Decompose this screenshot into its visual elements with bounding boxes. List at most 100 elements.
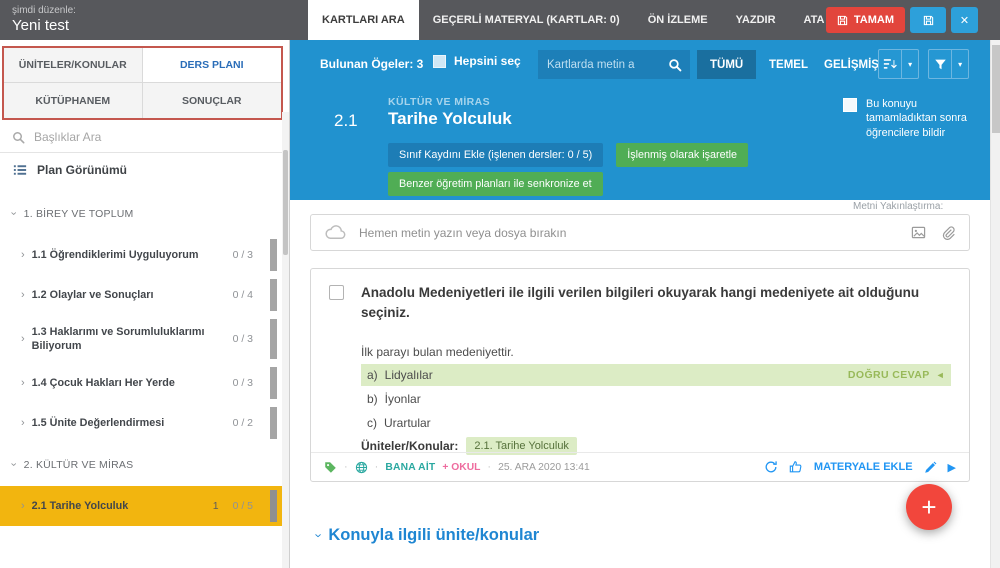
topic-count: 0 / 4 xyxy=(232,289,253,301)
select-all-checkbox[interactable] xyxy=(433,54,446,68)
tree-topic-label: 1.5 Ünite Değerlendirmesi xyxy=(31,416,165,429)
chevron-right-icon: › xyxy=(21,499,25,512)
chevron-right-icon: › xyxy=(21,248,25,261)
main-scrollbar xyxy=(990,40,1000,568)
tamam-label: TAMAM xyxy=(853,14,894,26)
mark-processed-button[interactable]: İşlenmiş olarak işaretle xyxy=(616,143,749,167)
tree-topic[interactable]: › 1.5 Ünite Değerlendirmesi 0 / 2 xyxy=(0,403,283,443)
close-icon: ✕ xyxy=(959,14,970,27)
notify-students-checkbox[interactable] xyxy=(843,98,857,112)
main-scrollbar-thumb[interactable] xyxy=(992,45,1000,133)
progress-bar xyxy=(270,367,277,399)
search-icon xyxy=(13,131,25,144)
filter-dropdown[interactable]: ▾ xyxy=(928,49,969,79)
document-title: Yeni test xyxy=(12,17,69,34)
globe-icon[interactable] xyxy=(355,461,368,474)
found-items-label: Bulunan Ögeler: 3 xyxy=(320,57,424,71)
add-card-fab[interactable]: + xyxy=(906,484,952,530)
sidebar-tab-kutuphanem[interactable]: KÜTÜPHANEM xyxy=(4,83,143,118)
tab-gecerli-materyal[interactable]: GEÇERLİ MATERYAL (KARTLAR: 0) xyxy=(419,0,634,40)
flashcard: Anadolu Medeniyetleri ile ilgili verilen… xyxy=(310,268,970,482)
tree-topic-label: 1.4 Çocuk Hakları Her Yerde xyxy=(31,376,175,389)
option-key: a) xyxy=(367,368,378,382)
tab-on-izleme[interactable]: ÖN İZLEME xyxy=(634,0,722,40)
school-label[interactable]: + OKUL xyxy=(442,462,480,473)
topbar: şimdi düzenle: Yeni test KARTLARI ARA GE… xyxy=(0,0,1000,40)
plan-view-label: Plan Görünümü xyxy=(37,162,127,177)
answer-option: c) Urartular xyxy=(361,412,951,434)
sidebar-search-input[interactable] xyxy=(34,130,271,144)
filter-tumu[interactable]: TÜMÜ xyxy=(697,50,757,79)
tree-unit-label: 1. BİREY VE TOPLUM xyxy=(23,207,134,220)
close-button[interactable]: ✕ xyxy=(951,7,978,33)
related-topics-heading[interactable]: › Konuyla ilgili ünite/konular xyxy=(312,526,540,545)
sidebar-tab-ders-plani[interactable]: DERS PLANI xyxy=(142,48,281,83)
tree-topic-selected[interactable]: › 2.1 Tarihe Yolculuk 1 0 / 5 xyxy=(0,486,283,526)
sidebar-scrollbar-thumb[interactable] xyxy=(283,150,288,255)
edit-pencil-icon[interactable] xyxy=(924,461,937,474)
image-icon[interactable] xyxy=(911,225,926,240)
notify-students-label: Bu konuyu tamamladıktan sonra öğrenciler… xyxy=(866,98,967,139)
funnel-icon xyxy=(929,50,951,78)
notify-students-control[interactable]: Bu konuyu tamamladıktan sonra öğrenciler… xyxy=(843,97,988,140)
save-button[interactable] xyxy=(910,7,946,33)
tree-topic[interactable]: › 1.3 Haklarımı ve Sorumluluklarımı Bili… xyxy=(0,315,283,363)
card-checkbox[interactable] xyxy=(329,285,344,300)
owner-label[interactable]: BANA AİT xyxy=(385,462,435,473)
tree-topic[interactable]: › 1.2 Olaylar ve Sonuçları 0 / 4 xyxy=(0,275,283,315)
dropzone-label: Hemen metin yazın veya dosya bırakın xyxy=(359,225,567,240)
option-key: b) xyxy=(367,392,378,406)
tree-topic-label: 1.1 Öğrendiklerimi Uyguluyorum xyxy=(31,248,199,261)
correct-arrow-icon: ◄ xyxy=(935,370,945,380)
question-text: Anadolu Medeniyetleri ile ilgili verilen… xyxy=(361,285,920,321)
paperclip-icon[interactable] xyxy=(941,225,955,240)
thumb-up-icon[interactable] xyxy=(789,460,803,474)
add-to-material-link[interactable]: MATERYALE EKLE xyxy=(814,461,913,473)
sort-icon xyxy=(879,50,901,78)
card-date: 25. ARA 2020 13:41 xyxy=(498,461,590,473)
sync-similar-plans-button[interactable]: Benzer öğretim planları ile senkronize e… xyxy=(388,172,603,196)
search-icon[interactable] xyxy=(660,50,690,79)
sidebar-tab-sonuclar[interactable]: SONUÇLAR xyxy=(142,83,281,118)
cloud-upload-icon xyxy=(325,225,346,240)
sidebar-scrollbar xyxy=(282,112,289,568)
select-all-control[interactable]: Hepsini seç xyxy=(433,54,521,68)
select-all-label: Hepsini seç xyxy=(454,54,521,68)
sort-dropdown[interactable]: ▾ xyxy=(878,49,919,79)
plan-view-item[interactable]: Plan Görünümü xyxy=(0,153,283,186)
app-screen: şimdi düzenle: Yeni test KARTLARI ARA GE… xyxy=(0,0,1000,568)
separator-dot: · xyxy=(374,461,379,473)
chevron-right-icon: › xyxy=(21,416,25,429)
content-dropzone[interactable]: Hemen metin yazın veya dosya bırakın xyxy=(310,214,970,251)
tab-yazdir[interactable]: YAZDIR xyxy=(722,0,790,40)
topic-count: 0 / 5 xyxy=(232,500,253,512)
top-tab-bar: KARTLARI ARA GEÇERLİ MATERYAL (KARTLAR: … xyxy=(308,0,839,40)
sidebar-tab-uniteler-konular[interactable]: ÜNİTELER/KONULAR xyxy=(4,48,143,83)
save-icon xyxy=(837,15,848,25)
flip-card-icon[interactable] xyxy=(764,460,778,474)
editing-label: şimdi düzenle: xyxy=(12,5,76,16)
related-heading-text: Konuyla ilgili ünite/konular xyxy=(328,526,540,544)
progress-bar xyxy=(270,319,277,359)
chevron-down-icon: › xyxy=(7,211,20,216)
topic-badge: 1 xyxy=(212,500,219,512)
chevron-down-icon: › xyxy=(311,533,327,538)
list-icon xyxy=(13,164,27,175)
tag-icon[interactable] xyxy=(324,461,337,474)
unit-breadcrumb: KÜLTÜR VE MİRAS xyxy=(388,96,491,108)
add-class-record-button[interactable]: Sınıf Kaydını Ekle (işlenen dersler: 0 /… xyxy=(388,143,604,167)
tree-unit[interactable]: › 1. BİREY VE TOPLUM xyxy=(0,192,283,235)
tab-kartlari-ara[interactable]: KARTLARI ARA xyxy=(308,0,419,40)
sidebar-tab-grid: ÜNİTELER/KONULAR DERS PLANI KÜTÜPHANEM S… xyxy=(2,46,283,120)
tamam-button[interactable]: TAMAM xyxy=(825,7,905,33)
card-search-input[interactable] xyxy=(538,50,660,79)
card-footer: · · BANA AİT + OKUL · 25. ARA 2020 13:41 xyxy=(311,452,969,481)
correct-answer-label: DOĞRU CEVAP ◄ xyxy=(847,369,945,381)
tree-topic[interactable]: › 1.1 Öğrendiklerimi Uyguluyorum 0 / 3 xyxy=(0,235,283,275)
topic-count: 0 / 3 xyxy=(232,249,253,261)
play-icon[interactable]: ▶ xyxy=(948,461,956,474)
tree-topic[interactable]: › 1.4 Çocuk Hakları Her Yerde 0 / 3 xyxy=(0,363,283,403)
tree-unit[interactable]: › 2. KÜLTÜR VE MİRAS xyxy=(0,443,283,486)
topic-count: 0 / 3 xyxy=(232,377,253,389)
chevron-right-icon: › xyxy=(21,332,25,345)
